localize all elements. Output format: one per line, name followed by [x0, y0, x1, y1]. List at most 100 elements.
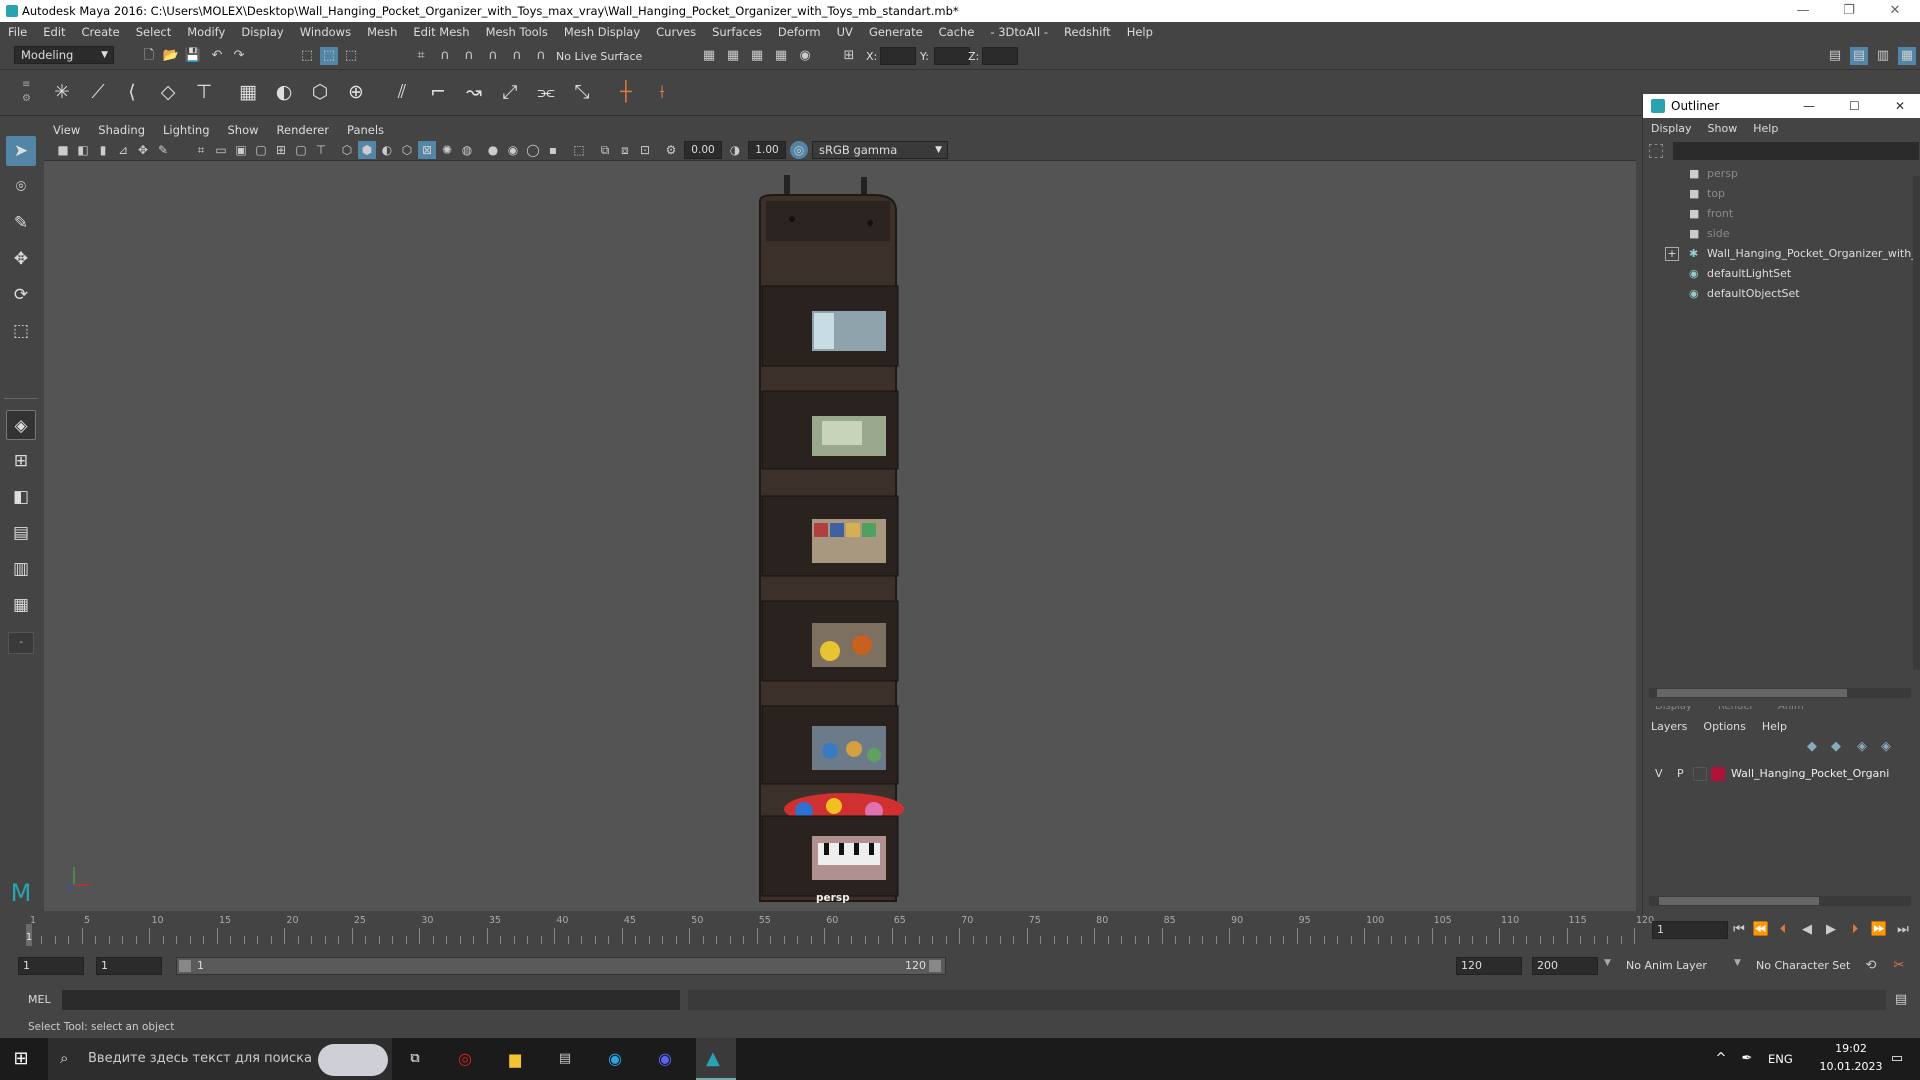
crease-tool-icon[interactable]: ⟊ — [648, 78, 676, 106]
wireframe-icon[interactable]: ⬡ — [338, 141, 356, 159]
snap-grid-icon[interactable]: ⌗ — [412, 47, 430, 65]
language-indicator[interactable]: ENG — [1768, 1052, 1793, 1066]
range-end-handle[interactable] — [929, 960, 941, 972]
menu-display[interactable]: Display — [233, 25, 291, 39]
shadows-icon[interactable]: ✺ — [438, 141, 456, 159]
grid-toggle-icon[interactable]: ⌗ — [192, 141, 210, 159]
script-editor-icon[interactable]: ▤ — [1892, 991, 1910, 1009]
color-space-dropdown[interactable]: sRGB gamma ▼ — [812, 141, 948, 159]
step-forward-key-icon[interactable]: ⏩ — [1870, 921, 1888, 939]
live-surface-label[interactable]: No Live Surface — [556, 50, 642, 63]
render-frame-icon[interactable]: ▦ — [700, 47, 718, 65]
grease-pencil-icon[interactable]: ✎ — [154, 141, 172, 159]
outliner-menu-show[interactable]: Show — [1700, 122, 1746, 135]
viewport-persp[interactable]: persp — [44, 161, 1636, 911]
menu-help[interactable]: Help — [1119, 25, 1161, 39]
play-forward-icon[interactable]: ▶ — [1822, 921, 1840, 939]
task-view-icon[interactable]: ⧉ — [406, 1050, 424, 1068]
animation-prefs-icon[interactable]: ✂ — [1890, 957, 1908, 975]
menu-surfaces[interactable]: Surfaces — [704, 25, 770, 39]
menu-create[interactable]: Create — [74, 25, 128, 39]
channel-box-icon[interactable]: ▦ — [1898, 47, 1916, 65]
command-input[interactable] — [62, 990, 680, 1010]
anim-layer-dropdown[interactable]: No Anim Layer — [1626, 959, 1707, 972]
move-layer-up-icon[interactable]: ◆ — [1803, 738, 1821, 756]
render-settings-icon[interactable]: ▦ — [748, 47, 766, 65]
tab-anim[interactable]: Anim — [1778, 706, 1804, 712]
chevron-down-icon[interactable]: ▼ — [1604, 958, 1611, 968]
use-all-lights-icon[interactable]: ⊠ — [418, 141, 436, 159]
menu-windows[interactable]: Windows — [292, 25, 359, 39]
mel-label[interactable]: MEL — [28, 993, 51, 1006]
collapse-toolbox-icon[interactable]: - — [8, 632, 34, 654]
layer-visibility-toggle[interactable]: V — [1655, 767, 1663, 780]
isolate-select-icon[interactable]: ◯ — [524, 141, 542, 159]
smooth-shade-icon[interactable]: ⬢ — [358, 141, 376, 159]
render-view-icon[interactable]: ◉ — [796, 47, 814, 65]
outliner-layout-icon[interactable]: ▤ — [6, 518, 36, 548]
layer-scroll-thumb[interactable] — [1659, 897, 1819, 905]
viewport-menu-view[interactable]: View — [44, 123, 89, 137]
layer-color-swatch[interactable] — [1711, 767, 1725, 781]
slide-edge-icon[interactable]: ⤡ — [568, 78, 596, 106]
pen-icon[interactable]: ✒ — [1738, 1050, 1756, 1068]
taskbar-search[interactable]: ⌕ Введите здесь текст для поиска — [48, 1038, 392, 1080]
menu-uv[interactable]: UV — [829, 25, 861, 39]
outliner-close-button[interactable]: ✕ — [1895, 99, 1905, 113]
snap-surface-icon[interactable]: ∩ — [508, 47, 526, 65]
x-field[interactable] — [880, 47, 916, 65]
new-empty-layer-icon[interactable]: ◈ — [1853, 738, 1871, 756]
viewport-menu-show[interactable]: Show — [219, 123, 268, 137]
outliner-item-organizer[interactable]: + ✱ Wall_Hanging_Pocket_Organizer_with_ — [1643, 244, 1917, 264]
maya-taskbar-button[interactable]: ▲ — [696, 1038, 736, 1080]
scale-tool-icon[interactable]: ⬚ — [6, 316, 36, 346]
notifications-icon[interactable]: ▭ — [1888, 1050, 1906, 1068]
chevron-down-icon[interactable]: ▼ — [1734, 958, 1741, 968]
clock-time[interactable]: 19:02 — [1822, 1042, 1880, 1055]
two-pane-layout-icon[interactable]: ◧ — [6, 482, 36, 512]
current-frame-field[interactable]: 1 — [1652, 921, 1728, 939]
outliner-vertical-scrollbar[interactable] — [1913, 176, 1920, 670]
single-pane-layout-icon[interactable]: ◈ — [6, 410, 36, 440]
redo-icon[interactable]: ↷ — [230, 47, 248, 65]
tray-chevron-up-icon[interactable]: ^ — [1712, 1050, 1730, 1068]
discord-icon[interactable]: ◉ — [656, 1050, 674, 1068]
field-chart-icon[interactable]: ⊞ — [272, 141, 290, 159]
snap-curve-icon[interactable]: ∩ — [436, 47, 454, 65]
camera-select-icon[interactable]: ■ — [54, 141, 72, 159]
outliner-minimize-button[interactable]: — — [1803, 99, 1815, 113]
curve-tool-icon[interactable]: ↝ — [460, 78, 488, 106]
wireframe-on-shaded-icon[interactable]: ◐ — [378, 141, 396, 159]
step-back-key-icon[interactable]: ⏪ — [1752, 921, 1770, 939]
motion-blur-icon[interactable]: ● — [484, 141, 502, 159]
gamma-field[interactable]: 1.00 — [748, 141, 786, 159]
menu-mesh-tools[interactable]: Mesh Tools — [478, 25, 556, 39]
move-layer-down-icon[interactable]: ◆ — [1827, 738, 1845, 756]
go-to-start-icon[interactable]: ⏮ — [1730, 921, 1748, 939]
paint-select-icon[interactable]: ✎ — [6, 208, 36, 238]
wedge-icon[interactable]: ⫘ — [532, 78, 560, 106]
attribute-editor-icon[interactable]: ▤ — [1850, 47, 1868, 65]
range-slider-bar[interactable]: 1 120 — [176, 957, 946, 975]
snap-view-icon[interactable]: ∩ — [484, 47, 502, 65]
go-to-end-icon[interactable]: ⏭ — [1894, 921, 1912, 939]
graph-layout-icon[interactable]: ▥ — [6, 554, 36, 584]
insert-edge-loop-icon[interactable]: ⫽ — [388, 78, 416, 106]
viewport-menu-renderer[interactable]: Renderer — [268, 123, 339, 137]
save-scene-icon[interactable]: 💾 — [184, 47, 202, 65]
safe-title-icon[interactable]: ⊤ — [312, 141, 330, 159]
move-tool-icon[interactable]: ✥ — [6, 244, 36, 274]
undo-icon[interactable]: ↶ — [208, 47, 226, 65]
viewport-menu-lighting[interactable]: Lighting — [154, 123, 218, 137]
layer-menu-options[interactable]: Options — [1695, 720, 1753, 733]
crease-icon[interactable]: ┼ — [612, 78, 640, 106]
extrude-icon[interactable]: ▦ — [234, 78, 262, 106]
safe-action-icon[interactable]: ▢ — [292, 141, 310, 159]
menu-curves[interactable]: Curves — [648, 25, 704, 39]
telegram-icon[interactable]: ◉ — [606, 1050, 624, 1068]
gamma-icon[interactable]: ◑ — [726, 141, 744, 159]
time-slider[interactable]: 1 5 10 15 20 25 30 35 40 45 50 55 60 65 70 75 80 85 90 95 10… — [0, 914, 1920, 948]
auto-key-icon[interactable]: ⟲ — [1862, 957, 1880, 975]
image-plane-icon[interactable]: ⊿ — [114, 141, 132, 159]
bridge-icon[interactable]: ⬡ — [306, 78, 334, 106]
